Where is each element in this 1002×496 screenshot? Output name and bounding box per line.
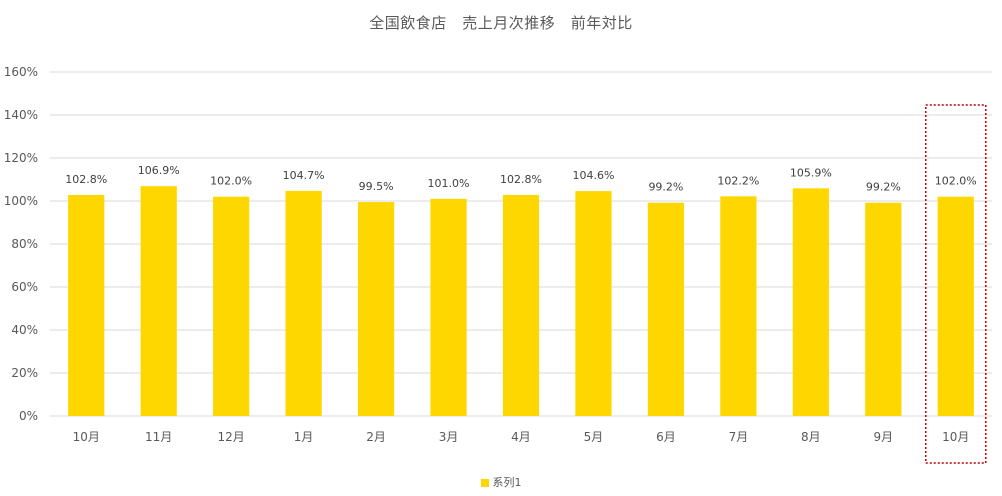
y-tick-label: 160% bbox=[4, 65, 38, 79]
data-label: 102.0% bbox=[935, 175, 977, 188]
x-tick-label: 1月 bbox=[294, 430, 314, 444]
x-tick-label: 3月 bbox=[439, 430, 459, 444]
bar bbox=[647, 202, 685, 416]
y-tick-label: 0% bbox=[19, 409, 38, 423]
legend-label: 系列1 bbox=[492, 476, 522, 489]
x-tick-label: 10月 bbox=[942, 430, 969, 444]
data-label: 104.6% bbox=[572, 169, 614, 182]
bar bbox=[502, 194, 540, 416]
data-label: 106.9% bbox=[138, 164, 180, 177]
bar bbox=[213, 196, 250, 416]
y-tick-label: 80% bbox=[11, 237, 38, 251]
x-tick-label: 12月 bbox=[218, 430, 245, 444]
chart-plot: 0% 20% 40% 60% 80% 100% 120% 140% 160% 102.8% 10月 1… bbox=[4, 65, 992, 464]
x-tick-label: 9月 bbox=[873, 430, 893, 444]
bar bbox=[430, 198, 467, 416]
legend: 系列1 bbox=[0, 474, 1002, 490]
y-tick-label: 60% bbox=[11, 280, 38, 294]
x-tick-label: 5月 bbox=[584, 430, 604, 444]
x-tick-label: 11月 bbox=[145, 430, 172, 444]
data-label: 99.2% bbox=[648, 181, 683, 194]
bar bbox=[937, 196, 974, 416]
data-label: 99.5% bbox=[359, 180, 394, 193]
y-tick-label: 100% bbox=[4, 194, 38, 208]
bar bbox=[357, 202, 395, 416]
bar bbox=[792, 188, 829, 416]
bar bbox=[285, 190, 322, 416]
legend-swatch bbox=[480, 479, 489, 487]
y-tick-label: 40% bbox=[11, 323, 38, 337]
x-tick-label: 10月 bbox=[73, 430, 100, 444]
y-tick-label: 20% bbox=[11, 366, 38, 380]
x-tick-label: 2月 bbox=[366, 430, 386, 444]
data-label: 105.9% bbox=[790, 166, 832, 179]
bar bbox=[865, 202, 902, 416]
bar bbox=[68, 194, 105, 416]
x-tick-label: 6月 bbox=[656, 430, 676, 444]
y-tick-label: 140% bbox=[4, 108, 38, 122]
x-tick-label: 7月 bbox=[729, 430, 749, 444]
data-label: 101.0% bbox=[428, 177, 470, 190]
bar bbox=[140, 186, 177, 416]
bar bbox=[720, 196, 757, 416]
data-label: 104.7% bbox=[283, 169, 325, 182]
data-label: 99.2% bbox=[866, 181, 901, 194]
y-tick-label: 120% bbox=[4, 151, 38, 165]
x-tick-label: 4月 bbox=[511, 430, 531, 444]
x-tick-label: 8月 bbox=[801, 430, 821, 444]
data-label: 102.8% bbox=[65, 173, 107, 186]
data-label: 102.0% bbox=[210, 175, 252, 188]
bar bbox=[575, 191, 612, 416]
data-label: 102.8% bbox=[500, 173, 542, 186]
data-label: 102.2% bbox=[717, 174, 759, 187]
chart-container: 全国飲食店 売上月次推移 前年対比 0% 20% 40% 60% 80% 100% 120%… bbox=[0, 0, 1002, 496]
